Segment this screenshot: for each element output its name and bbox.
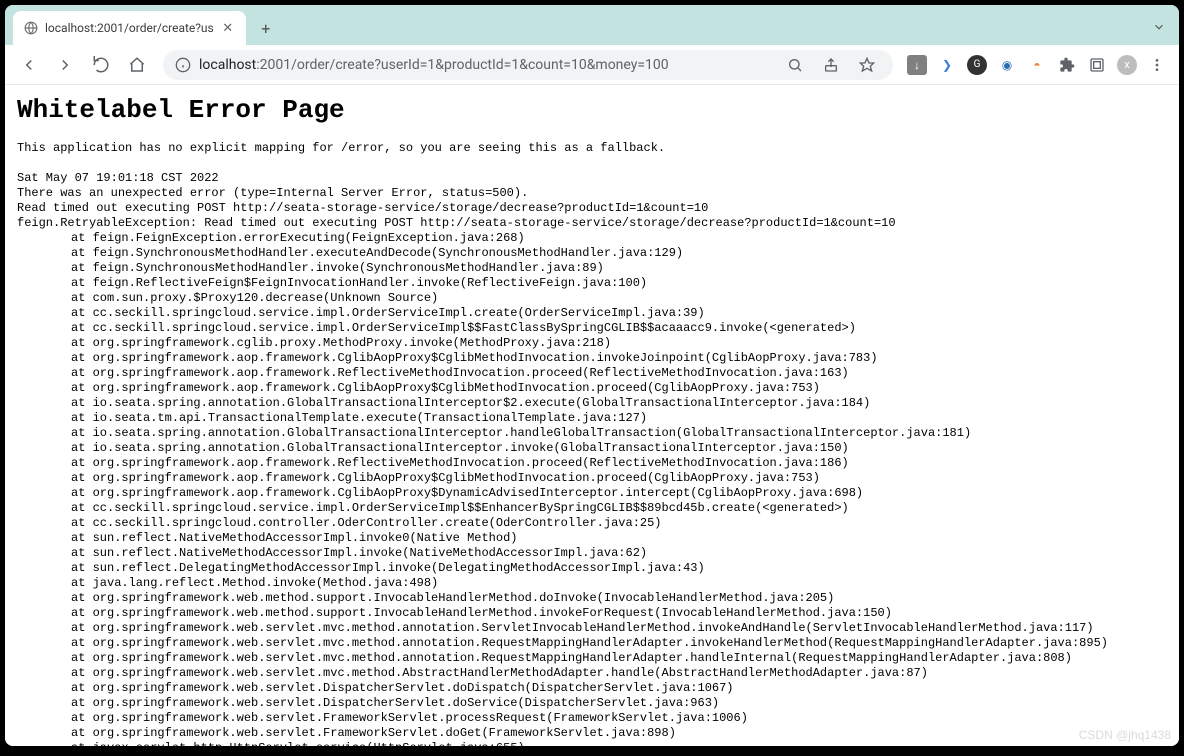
- share-icon[interactable]: [817, 51, 845, 79]
- page-content[interactable]: Whitelabel Error Page This application h…: [5, 85, 1179, 746]
- react-extension-icon[interactable]: ◉: [993, 51, 1021, 79]
- forward-button[interactable]: [49, 49, 81, 81]
- site-info-icon[interactable]: [175, 57, 191, 73]
- profile-avatar[interactable]: x: [1113, 51, 1141, 79]
- url-host: localhost: [199, 57, 256, 73]
- close-tab-icon[interactable]: ✕: [220, 20, 236, 36]
- misc-extension-icon[interactable]: ◓: [1023, 51, 1051, 79]
- timestamp-text: Sat May 07 19:01:18 CST 2022: [17, 171, 1169, 186]
- grammarly-extension-icon[interactable]: G: [963, 51, 991, 79]
- blank-line: [17, 156, 1169, 171]
- vim-extension-icon[interactable]: ❯: [933, 51, 961, 79]
- tab-title: localhost:2001/order/create?us: [45, 21, 214, 35]
- tab-strip-right: [1147, 15, 1171, 39]
- error-message-text: Read timed out executing POST http://sea…: [17, 201, 1169, 216]
- new-tab-button[interactable]: +: [252, 14, 280, 42]
- page-title: Whitelabel Error Page: [17, 95, 1169, 125]
- url-path: :2001/order/create?userId=1&productId=1&…: [256, 57, 668, 73]
- back-button[interactable]: [13, 49, 45, 81]
- home-button[interactable]: [121, 49, 153, 81]
- kebab-menu-icon[interactable]: [1143, 51, 1171, 79]
- browser-toolbar: localhost:2001/order/create?userId=1&pro…: [5, 45, 1179, 85]
- active-tab[interactable]: localhost:2001/order/create?us ✕: [13, 11, 246, 45]
- zoom-icon[interactable]: [781, 51, 809, 79]
- exception-text: feign.RetryableException: Read timed out…: [17, 216, 1169, 231]
- tab-strip: localhost:2001/order/create?us ✕ +: [5, 5, 1179, 45]
- toolbar-actions: ↓ ❯ G ◉ ◓ x: [903, 51, 1171, 79]
- error-type-text: There was an unexpected error (type=Inte…: [17, 186, 1169, 201]
- watermark: CSDN @jhq1438: [1079, 728, 1171, 742]
- download-extension-icon[interactable]: ↓: [903, 51, 931, 79]
- address-bar[interactable]: localhost:2001/order/create?userId=1&pro…: [163, 50, 893, 80]
- url-text: localhost:2001/order/create?userId=1&pro…: [199, 57, 669, 73]
- tabgroup-icon[interactable]: [1083, 51, 1111, 79]
- reload-button[interactable]: [85, 49, 117, 81]
- stacktrace: at feign.FeignException.errorExecuting(F…: [17, 231, 1169, 746]
- browser-window: localhost:2001/order/create?us ✕ + local…: [5, 5, 1179, 746]
- globe-icon: [23, 20, 39, 36]
- chevron-down-icon[interactable]: [1147, 15, 1171, 39]
- extensions-puzzle-icon[interactable]: [1053, 51, 1081, 79]
- intro-text: This application has no explicit mapping…: [17, 141, 1169, 156]
- bookmark-star-icon[interactable]: [853, 51, 881, 79]
- avatar-icon: x: [1117, 55, 1137, 75]
